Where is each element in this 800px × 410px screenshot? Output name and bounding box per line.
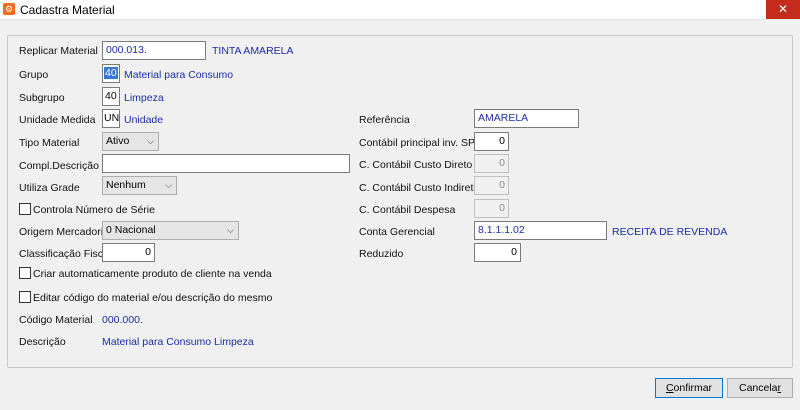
contabil-sped-input[interactable]: 0	[474, 132, 509, 151]
classif-label: Classificação Fiscal	[19, 248, 112, 260]
gerencial-input[interactable]: 8.1.1.1.02	[474, 221, 607, 240]
unidade-input[interactable]: UNI	[102, 109, 120, 128]
chevron-down-icon: ⌵	[147, 136, 154, 146]
subgrupo-label: Subgrupo	[19, 92, 65, 104]
grade-value: Nenhum	[106, 179, 146, 191]
gerencial-label: Conta Gerencial	[359, 226, 435, 238]
cancel-button[interactable]: Cancelar	[727, 378, 793, 398]
tipo-value: Ativo	[106, 135, 130, 147]
custo-direto-label: C. Contábil Custo Direto	[359, 159, 473, 171]
close-button[interactable]: ✕	[766, 0, 800, 19]
codigo-label: Código Material	[19, 314, 93, 326]
replicar-desc: TINTA AMARELA	[212, 45, 294, 57]
app-icon: ⚙	[3, 3, 15, 15]
grade-select[interactable]: Nenhum ⌵	[102, 176, 177, 195]
despesa-label: C. Contábil Despesa	[359, 204, 456, 216]
contabil-sped-label: Contábil principal inv. SPED	[359, 137, 490, 149]
cancel-mnemonic: r	[777, 382, 782, 394]
confirm-mnemonic: C	[665, 382, 674, 394]
custo-indireto-label: C. Contábil Custo Indireto	[359, 182, 480, 194]
grupo-desc: Material para Consumo	[124, 69, 234, 81]
descricao-value: Material para Consumo Limpeza	[102, 336, 254, 348]
codigo-value: 000.000.	[102, 314, 143, 326]
window-title: Cadastra Material	[20, 3, 115, 17]
compl-input[interactable]	[102, 154, 350, 173]
referencia-label: Referência	[359, 114, 410, 126]
referencia-input[interactable]: AMARELA	[474, 109, 579, 128]
subgrupo-desc: Limpeza	[124, 92, 164, 104]
descricao-label: Descrição	[19, 336, 66, 348]
serie-checkbox[interactable]	[19, 203, 31, 215]
gerencial-desc: RECEITA DE REVENDA	[612, 226, 728, 238]
unidade-desc: Unidade	[124, 114, 164, 126]
grupo-selected-value: 40	[104, 67, 118, 79]
criar-checkbox[interactable]	[19, 267, 31, 279]
chevron-down-icon: ⌵	[227, 225, 234, 235]
grupo-input[interactable]: 40	[102, 64, 120, 83]
compl-label: Compl.Descrição	[19, 160, 99, 172]
editar-checkbox[interactable]	[19, 291, 31, 303]
editar-label: Editar código do material e/ou descrição…	[33, 292, 273, 304]
origem-select[interactable]: 0 Nacional ⌵	[102, 221, 239, 240]
despesa-input: 0	[474, 199, 509, 218]
confirm-label: onfirmar	[673, 382, 713, 394]
criar-label: Criar automaticamente produto de cliente…	[33, 268, 272, 280]
grupo-label: Grupo	[19, 69, 49, 81]
cancel-label: Cancela	[738, 382, 778, 394]
classif-input[interactable]: 0	[102, 243, 155, 262]
confirm-button[interactable]: Confirmar	[655, 378, 723, 398]
tipo-label: Tipo Material	[19, 137, 80, 149]
origem-label: Origem Mercadoria	[19, 226, 109, 238]
subgrupo-input[interactable]: 40	[102, 87, 120, 106]
custo-direto-input: 0	[474, 154, 509, 173]
chevron-down-icon: ⌵	[165, 180, 172, 190]
title-bar: ⚙ Cadastra Material ✕	[0, 0, 800, 20]
reduzido-input[interactable]: 0	[474, 243, 521, 262]
reduzido-label: Reduzido	[359, 248, 404, 260]
replicar-label: Replicar Material	[19, 45, 98, 57]
origem-value: 0 Nacional	[106, 224, 156, 236]
replicar-input[interactable]: 000.013.	[102, 41, 206, 60]
tipo-select[interactable]: Ativo ⌵	[102, 132, 159, 151]
serie-label: Controla Número de Série	[33, 204, 155, 216]
unidade-label: Unidade Medida	[19, 114, 96, 126]
custo-indireto-input: 0	[474, 176, 509, 195]
grade-label: Utiliza Grade	[19, 182, 80, 194]
